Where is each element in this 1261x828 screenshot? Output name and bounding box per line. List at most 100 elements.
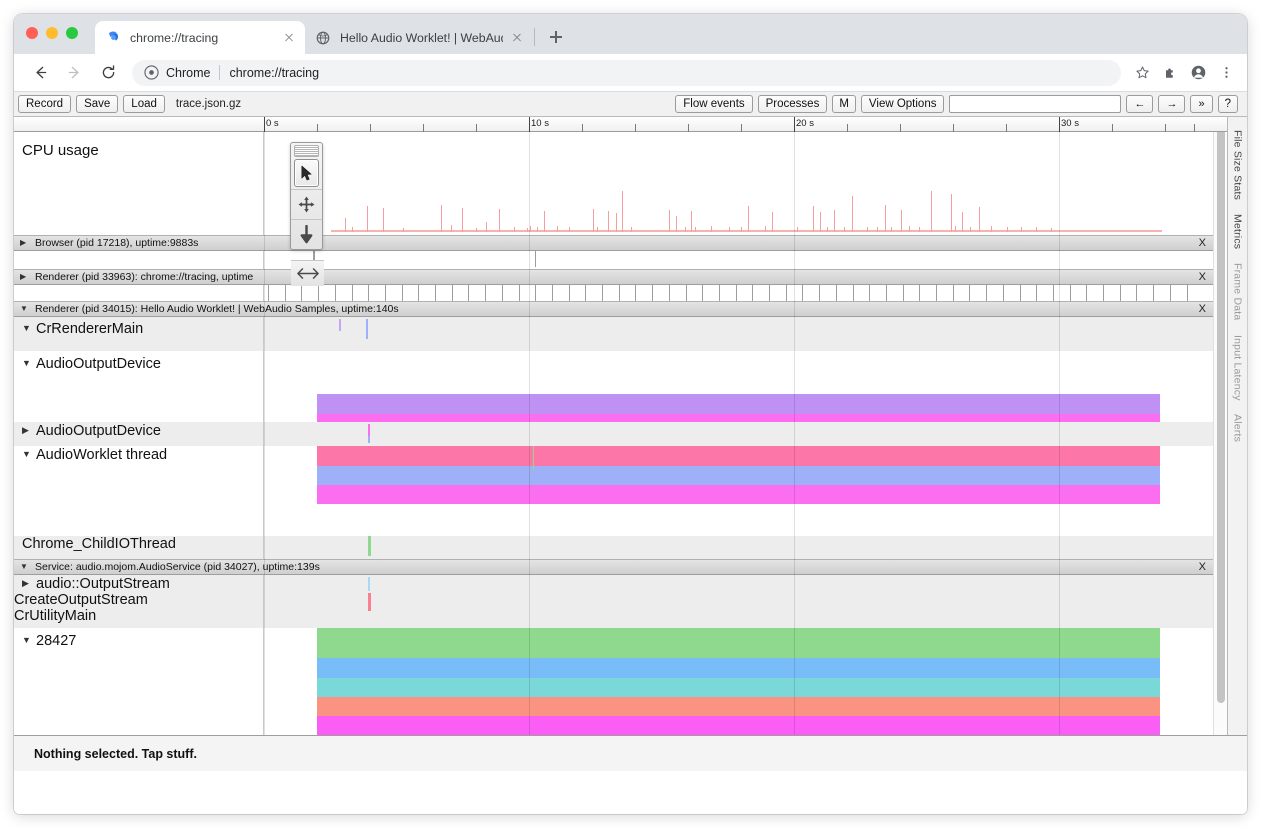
help-button[interactable]: ?	[1218, 95, 1238, 113]
event-tick[interactable]	[435, 285, 436, 301]
event-tick[interactable]	[853, 285, 854, 301]
track-audioworklet[interactable]: ▼AudioWorklet thread	[14, 446, 1213, 536]
chevron-right-icon[interactable]: ▶	[20, 239, 30, 247]
close-window-button[interactable]	[26, 27, 38, 39]
search-next-button[interactable]: →	[1158, 95, 1185, 113]
track-28427[interactable]: ▼28427	[14, 628, 1213, 735]
search-more-button[interactable]: »	[1190, 95, 1212, 113]
close-process-icon[interactable]: X	[1199, 237, 1206, 249]
event-tick[interactable]	[969, 285, 970, 301]
event-slice[interactable]	[368, 446, 370, 456]
chevron-right-icon[interactable]: ▶	[22, 425, 32, 436]
event-tick[interactable]	[702, 285, 703, 301]
event-tick[interactable]	[836, 285, 837, 301]
event-bar[interactable]	[317, 414, 1160, 422]
flow-events-button[interactable]: Flow events	[675, 95, 752, 113]
event-tick[interactable]	[1036, 285, 1037, 301]
metrics-button[interactable]: M	[832, 95, 856, 113]
close-tab-icon[interactable]	[281, 30, 297, 46]
event-tick[interactable]	[719, 285, 720, 301]
event-tick[interactable]	[986, 285, 987, 301]
tab-file-size-stats[interactable]: File Size Stats	[1230, 123, 1246, 207]
track-chrome-childiothread[interactable]: Chrome_ChildIOThread	[14, 536, 1213, 559]
event-bar[interactable]	[317, 485, 1160, 504]
event-tick[interactable]	[919, 285, 920, 301]
event-bar[interactable]	[317, 697, 1160, 716]
track-area[interactable]: 0 s10 s20 s30 s CPU usage	[14, 117, 1227, 735]
horizontal-resize-tool-button[interactable]	[291, 260, 324, 286]
event-slice[interactable]	[368, 577, 370, 591]
event-tick[interactable]	[1120, 285, 1121, 301]
track-vertical-scrollbar[interactable]	[1213, 117, 1227, 735]
event-tick[interactable]	[1170, 285, 1171, 301]
event-tick[interactable]	[886, 285, 887, 301]
track-canvas-dense-ticks[interactable]	[264, 285, 1213, 301]
save-button[interactable]: Save	[76, 95, 118, 113]
event-tick[interactable]	[285, 285, 286, 301]
event-tick[interactable]	[819, 285, 820, 301]
tab-metrics[interactable]: Metrics	[1230, 207, 1246, 256]
event-tick[interactable]	[452, 285, 453, 301]
close-tab-icon[interactable]	[509, 30, 525, 46]
track-audiooutputdevice-2[interactable]: ▶AudioOutputDevice	[14, 422, 1213, 446]
event-tick[interactable]	[1136, 285, 1137, 301]
track-canvas[interactable]	[264, 251, 1213, 269]
event-tick[interactable]	[535, 285, 536, 301]
event-tick[interactable]	[752, 285, 753, 301]
event-tick[interactable]	[418, 285, 419, 301]
event-tick[interactable]	[385, 285, 386, 301]
tool-palette[interactable]	[290, 142, 323, 250]
tab-input-latency[interactable]: Input Latency	[1230, 328, 1246, 408]
event-tick[interactable]	[318, 285, 319, 301]
selection-tool-button[interactable]	[294, 159, 319, 187]
puzzle-icon[interactable]	[1157, 60, 1183, 86]
account-icon[interactable]	[1185, 60, 1211, 86]
event-tick[interactable]	[1187, 285, 1188, 301]
track-audiooutputdevice-1[interactable]: ▼AudioOutputDevice	[14, 351, 1213, 422]
event-bar[interactable]	[317, 716, 1160, 735]
chevron-right-icon[interactable]: ▶	[22, 578, 32, 589]
close-process-icon[interactable]: X	[1199, 303, 1206, 315]
drag-grip-icon[interactable]	[294, 145, 319, 157]
new-tab-button[interactable]	[542, 23, 570, 51]
event-bar[interactable]	[317, 678, 1160, 697]
track-canvas[interactable]	[264, 422, 1213, 446]
event-tick[interactable]	[1003, 285, 1004, 301]
event-tick[interactable]	[769, 285, 770, 301]
event-tick[interactable]	[368, 285, 369, 301]
event-tick[interactable]	[936, 285, 937, 301]
track-crrenderermain[interactable]: ▼CrRendererMain	[14, 317, 1213, 351]
track-browser-summary[interactable]	[14, 251, 1213, 269]
browser-event-slice[interactable]	[535, 251, 536, 267]
close-process-icon[interactable]: X	[1199, 271, 1206, 283]
back-button[interactable]	[26, 59, 54, 87]
vertical-zoom-tool-button[interactable]	[291, 219, 322, 249]
track-audio-outputstream[interactable]: ▶audio::OutputStream CreateOutputStream …	[14, 575, 1213, 628]
track-canvas[interactable]	[264, 628, 1213, 735]
event-tick[interactable]	[519, 285, 520, 301]
process-header-renderer-audioworklet[interactable]: ▼ Renderer (pid 34015): Hello Audio Work…	[14, 301, 1213, 317]
close-process-icon[interactable]: X	[1199, 561, 1206, 573]
event-tick[interactable]	[485, 285, 486, 301]
event-tick[interactable]	[569, 285, 570, 301]
event-tick[interactable]	[402, 285, 403, 301]
event-slice[interactable]	[368, 536, 371, 556]
track-canvas[interactable]	[264, 351, 1213, 422]
event-tick[interactable]	[669, 285, 670, 301]
event-tick[interactable]	[585, 285, 586, 301]
chevron-down-icon[interactable]: ▼	[22, 449, 32, 459]
event-tick[interactable]	[953, 285, 954, 301]
chevron-down-icon[interactable]: ▼	[20, 305, 30, 313]
event-tick[interactable]	[869, 285, 870, 301]
process-header-renderer-tracing[interactable]: ▶ Renderer (pid 33963): chrome://tracing…	[14, 269, 1213, 285]
event-tick[interactable]	[1153, 285, 1154, 301]
cpu-usage-chart[interactable]	[264, 132, 1213, 235]
event-tick[interactable]	[301, 285, 302, 301]
event-tick[interactable]	[335, 285, 336, 301]
event-tick[interactable]	[1053, 285, 1054, 301]
chevron-down-icon[interactable]: ▼	[20, 563, 30, 571]
event-bar[interactable]	[317, 466, 1160, 485]
search-prev-button[interactable]: ←	[1126, 95, 1153, 113]
event-tick[interactable]	[602, 285, 603, 301]
event-slice[interactable]	[368, 593, 371, 611]
